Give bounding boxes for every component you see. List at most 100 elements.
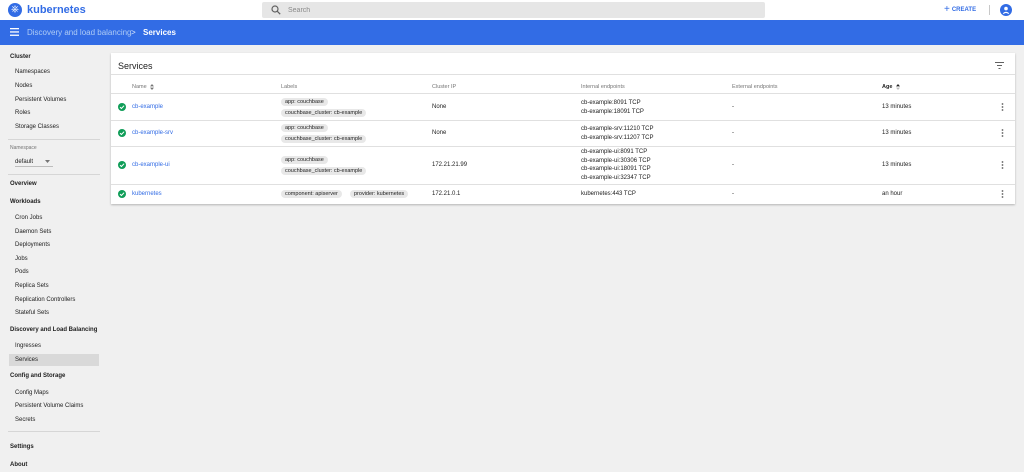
search-input[interactable] — [288, 2, 758, 18]
create-button[interactable]: + CREATE — [944, 4, 976, 16]
sidebar-item-persistent-volumes[interactable]: Persistent Volumes — [15, 96, 66, 105]
filter-icon[interactable] — [995, 62, 1004, 69]
search-icon — [271, 5, 281, 15]
success-check-icon — [118, 190, 126, 198]
sidebar-header-cluster[interactable]: Cluster — [10, 53, 31, 62]
cluster-ip-cell: None — [432, 130, 447, 136]
service-name-link[interactable]: cb-example-srv — [132, 129, 173, 137]
column-header-age-label: Age — [882, 84, 893, 90]
internal-endpoint: kubernetes:443 TCP — [581, 191, 636, 197]
cluster-ip-cell: None — [432, 104, 447, 110]
cluster-ip-cell: 172.21.21.99 — [432, 162, 468, 168]
topbar-divider — [989, 5, 990, 15]
sidebar-item-replica-sets[interactable]: Replica Sets — [15, 282, 49, 291]
sidebar-divider — [8, 431, 100, 432]
card-divider — [111, 74, 1015, 75]
more-vert-icon[interactable] — [1001, 161, 1004, 169]
service-name-link[interactable]: cb-example — [132, 103, 163, 111]
sidebar: Cluster Namespaces Nodes Persistent Volu… — [0, 45, 105, 472]
internal-endpoint: cb-example-ui:32347 TCP — [581, 175, 651, 181]
internal-endpoint: cb-example-srv:11207 TCP — [581, 135, 654, 141]
sort-icon — [150, 83, 155, 90]
label-chip: app: couchbase — [281, 156, 328, 164]
internal-endpoint: cb-example:8091 TCP — [581, 100, 641, 106]
column-header-internal-endpoints: Internal endpoints — [581, 84, 625, 90]
success-check-icon — [118, 103, 126, 111]
sidebar-item-pods[interactable]: Pods — [15, 268, 29, 277]
dropdown-arrow-icon — [45, 160, 50, 163]
brand-name[interactable]: kubernetes — [27, 3, 86, 17]
sidebar-item-stateful-sets[interactable]: Stateful Sets — [15, 309, 49, 318]
create-button-label: CREATE — [951, 7, 977, 13]
sidebar-item-secrets[interactable]: Secrets — [15, 416, 35, 425]
more-vert-icon[interactable] — [1001, 103, 1004, 111]
age-cell: 13 minutes — [882, 162, 912, 168]
column-header-age[interactable]: Age — [882, 83, 900, 91]
table-row: cb-example-srv app: couchbase couchbase_… — [111, 120, 1015, 146]
sidebar-item-daemon-sets[interactable]: Daemon Sets — [15, 228, 51, 237]
namespace-select[interactable]: default — [15, 157, 53, 167]
column-header-name-label: Name — [132, 84, 147, 90]
sidebar-divider — [8, 139, 100, 140]
label-chip: couchbase_cluster: cb-example — [281, 109, 367, 117]
column-header-cluster-ip: Cluster IP — [432, 84, 457, 90]
table-row: cb-example-ui app: couchbase couchbase_c… — [111, 146, 1015, 184]
age-cell: 13 minutes — [882, 104, 912, 110]
sidebar-item-cron-jobs[interactable]: Cron Jobs — [15, 214, 42, 223]
external-endpoint-cell: - — [732, 130, 734, 136]
namespace-label: Namespace — [10, 145, 37, 151]
table-row: kubernetes component: apiserver provider… — [111, 184, 1015, 204]
table-row: cb-example app: couchbase couchbase_clus… — [111, 93, 1015, 120]
column-header-labels: Labels — [281, 84, 298, 90]
cluster-ip-cell: 172.21.0.1 — [432, 191, 461, 197]
age-cell: 13 minutes — [882, 130, 912, 136]
breadcrumb-parent[interactable]: Discovery and load balancing — [27, 26, 132, 39]
sidebar-item-storage-classes[interactable]: Storage Classes — [15, 123, 59, 132]
sidebar-item-settings[interactable]: Settings — [10, 443, 34, 452]
label-chip: couchbase_cluster: cb-example — [281, 135, 367, 143]
service-name-link[interactable]: kubernetes — [132, 190, 162, 198]
success-check-icon — [118, 161, 126, 169]
sidebar-item-config-maps[interactable]: Config Maps — [15, 389, 49, 398]
more-vert-icon[interactable] — [1001, 190, 1004, 198]
namespace-value: default — [15, 159, 34, 165]
header-bar: Discovery and load balancing > Services — [0, 20, 1024, 45]
internal-endpoint: cb-example:18091 TCP — [581, 109, 644, 115]
sidebar-item-jobs[interactable]: Jobs — [15, 255, 28, 264]
more-vert-icon[interactable] — [1001, 129, 1004, 137]
sidebar-item-overview[interactable]: Overview — [10, 180, 37, 189]
sidebar-header-workloads[interactable]: Workloads — [10, 198, 41, 207]
external-endpoint-cell: - — [732, 104, 734, 110]
success-check-icon — [118, 129, 126, 137]
services-card: Services Name Labels Cluster IP Internal… — [111, 53, 1015, 204]
label-chip: app: couchbase — [281, 124, 328, 132]
sidebar-item-nodes[interactable]: Nodes — [15, 82, 32, 91]
sort-ascending-icon — [895, 83, 900, 90]
sidebar-item-about[interactable]: About — [10, 461, 27, 470]
service-name-link[interactable]: cb-example-ui — [132, 161, 170, 169]
kubernetes-logo-icon[interactable]: ⎈ — [8, 3, 22, 17]
card-title: Services — [118, 61, 153, 71]
plus-icon: + — [944, 4, 950, 15]
external-endpoint-cell: - — [732, 162, 734, 168]
search-bar[interactable] — [262, 2, 765, 18]
account-icon[interactable] — [1000, 4, 1012, 16]
sidebar-item-persistent-volume-claims[interactable]: Persistent Volume Claims — [15, 402, 83, 411]
internal-endpoint: cb-example-ui:8091 TCP — [581, 149, 648, 155]
sidebar-item-ingresses[interactable]: Ingresses — [15, 342, 41, 351]
sidebar-item-replication-controllers[interactable]: Replication Controllers — [15, 296, 75, 305]
page-title: Services — [143, 28, 176, 37]
sidebar-item-roles[interactable]: Roles — [15, 109, 30, 118]
sidebar-item-deployments[interactable]: Deployments — [15, 241, 50, 250]
sidebar-header-discovery[interactable]: Discovery and Load Balancing — [10, 326, 97, 335]
internal-endpoint: cb-example-ui:18091 TCP — [581, 166, 651, 172]
sidebar-divider — [8, 174, 100, 175]
breadcrumb-separator: > — [131, 28, 136, 37]
menu-icon[interactable] — [10, 28, 19, 36]
sidebar-item-namespaces[interactable]: Namespaces — [15, 68, 50, 77]
sidebar-header-config[interactable]: Config and Storage — [10, 372, 65, 381]
column-header-external-endpoints: External endpoints — [732, 84, 778, 90]
column-header-name[interactable]: Name — [132, 83, 155, 91]
sidebar-item-services[interactable]: Services — [15, 356, 38, 365]
label-chip: app: couchbase — [281, 98, 328, 106]
